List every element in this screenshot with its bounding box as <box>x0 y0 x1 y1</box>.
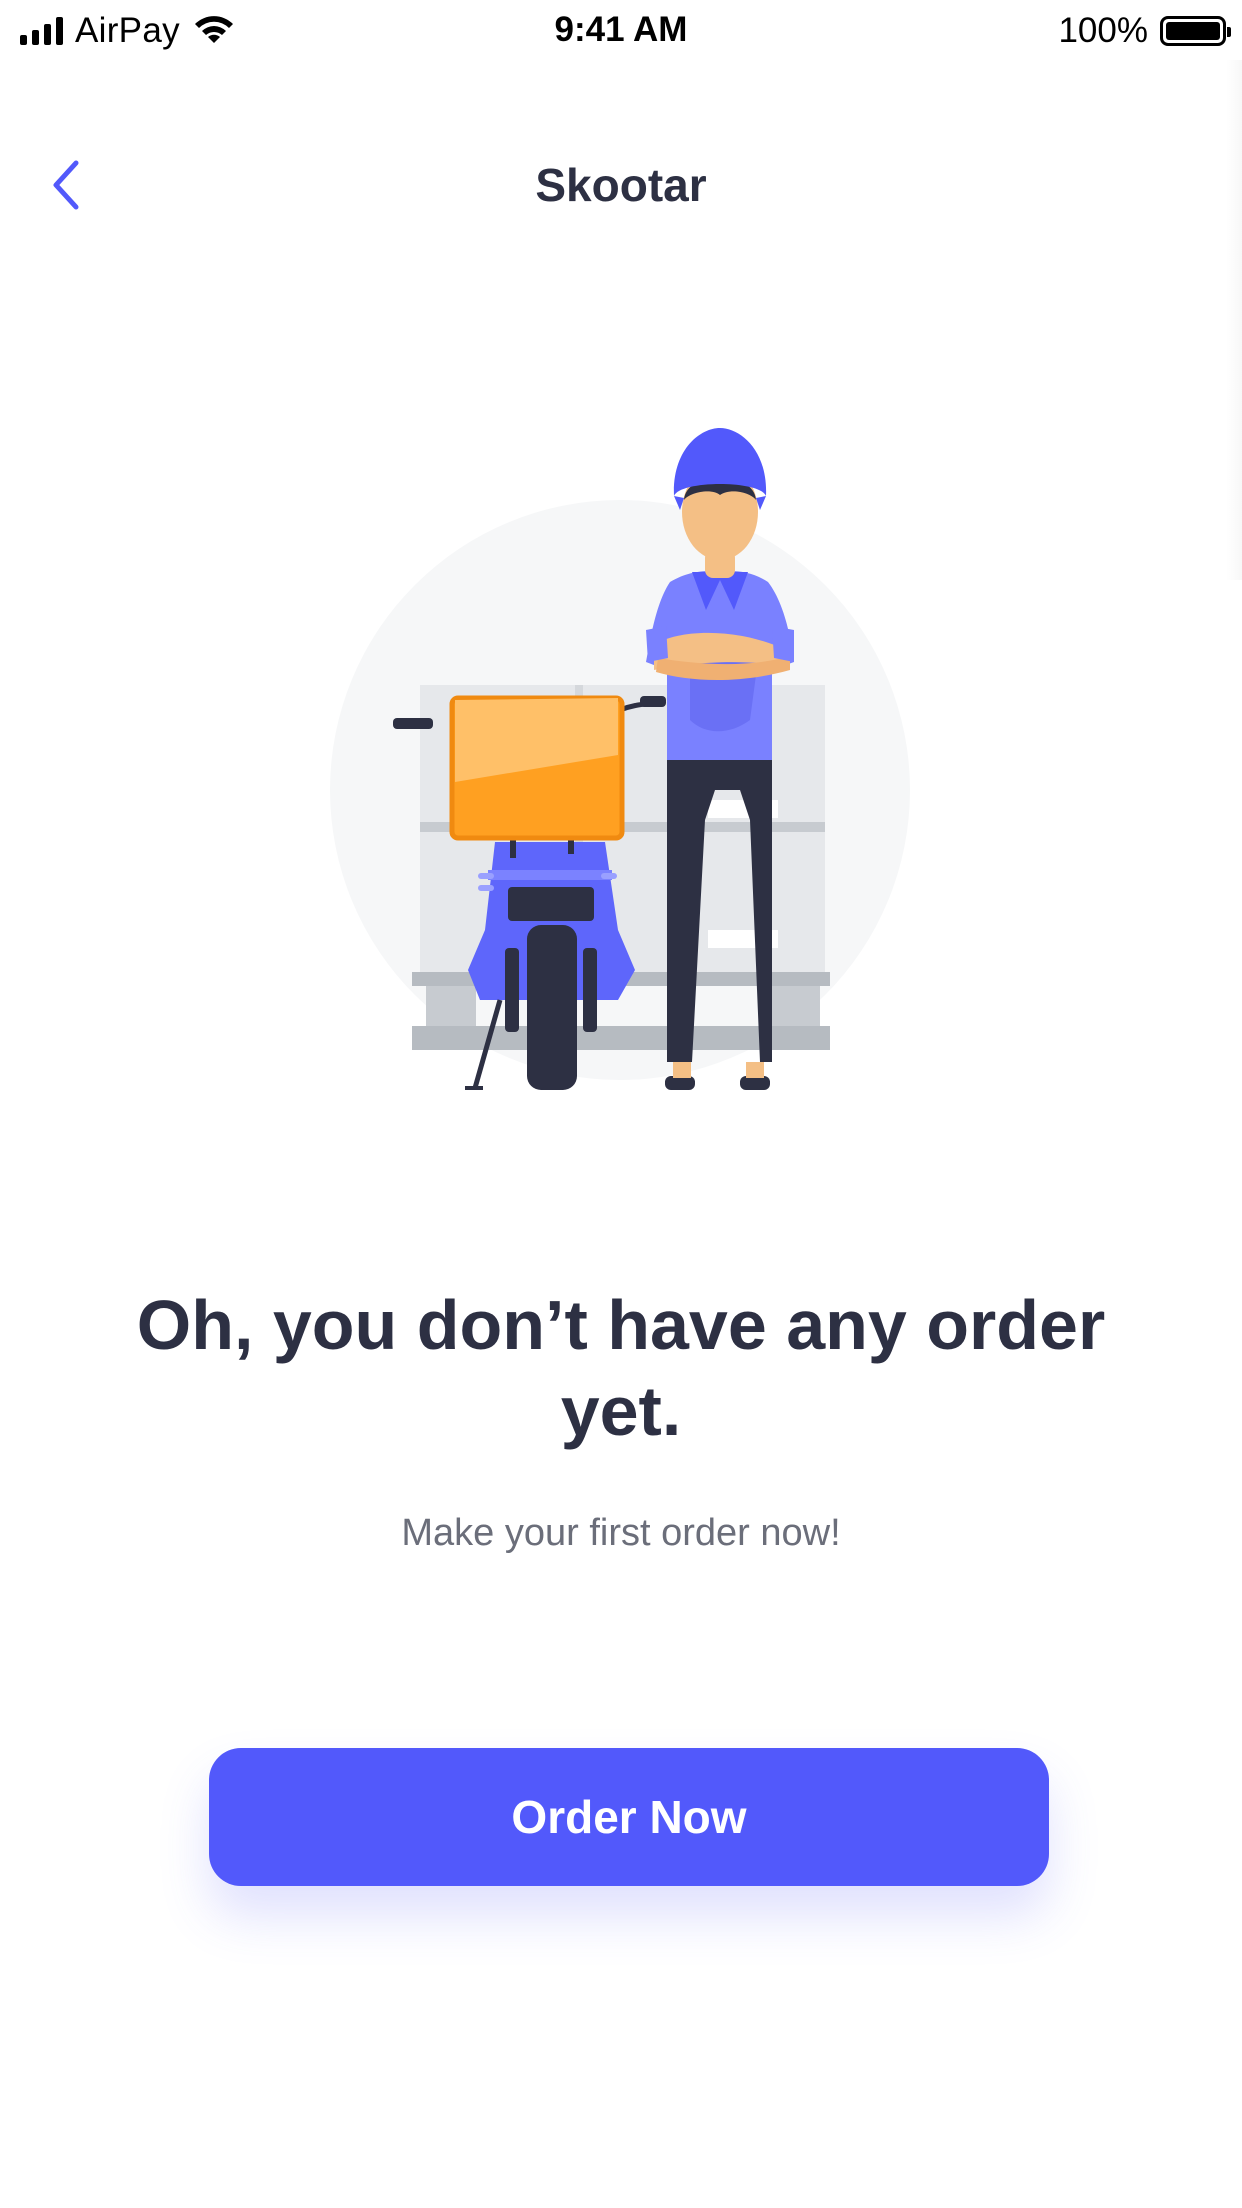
delivery-rider-illustration <box>330 428 910 1090</box>
order-now-button[interactable]: Order Now <box>209 1748 1049 1886</box>
navigation-bar: Skootar <box>0 130 1242 240</box>
battery-fill <box>1166 22 1220 40</box>
battery-percent: 100% <box>1058 11 1148 50</box>
empty-state-subtext: Make your first order now! <box>401 1512 841 1554</box>
battery-cap <box>1227 27 1231 37</box>
status-bar: AirPay 9:41 AM 100% <box>0 0 1242 62</box>
battery-icon <box>1160 16 1231 46</box>
status-right: 100% <box>1058 10 1231 52</box>
status-time: 9:41 AM <box>554 10 688 49</box>
empty-state-headline: Oh, you don’t have any order yet. <box>136 1286 1106 1450</box>
page-title: Skootar <box>535 159 707 211</box>
